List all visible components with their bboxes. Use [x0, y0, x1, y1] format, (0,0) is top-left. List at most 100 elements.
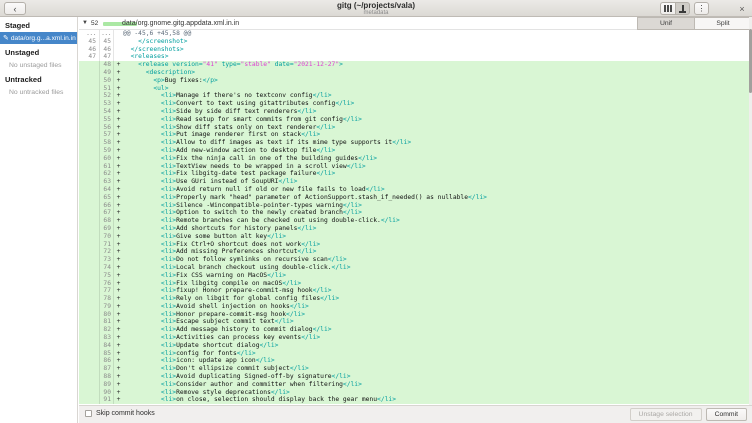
- view-switcher: [660, 2, 690, 15]
- line-content: <li>Use GUri instead of SoupURI</li>: [123, 178, 749, 186]
- skip-hooks-checkbox[interactable]: [85, 410, 92, 417]
- unstage-selection-button[interactable]: Unstage selection: [630, 408, 702, 421]
- history-view-button[interactable]: [660, 2, 675, 15]
- line-content: <li>Properly mark "head" parameter of Ac…: [123, 194, 749, 202]
- diff-line[interactable]: 89+ <li>Consider author and committer wh…: [79, 381, 749, 389]
- menu-button[interactable]: ⋮: [694, 2, 709, 15]
- diff-line[interactable]: 65+ <li>Properly mark "head" parameter o…: [79, 194, 749, 202]
- diff-line[interactable]: 52+ <li>Manage if there's no textconv co…: [79, 92, 749, 100]
- line-sign: +: [114, 194, 123, 202]
- old-line-number: [79, 124, 100, 132]
- line-content: <li>Don't ellipsize commit subject</li>: [123, 365, 749, 373]
- diff-line[interactable]: 80+ <li>Honor prepare-commit-msg hook</l…: [79, 311, 749, 319]
- sidebar-section-staged: Staged: [0, 17, 77, 32]
- staged-file-item[interactable]: ✎ data/org.g...a.xml.in.in: [0, 32, 77, 44]
- diff-line[interactable]: 76+ <li>Fix libgitg compile on macOS</li…: [79, 280, 749, 288]
- line-sign: +: [114, 396, 123, 404]
- diff-line[interactable]: 4646 </screenshots>: [79, 46, 749, 54]
- line-content: <li>Manage if there's no textconv config…: [123, 92, 749, 100]
- commit-view-button[interactable]: [675, 2, 690, 15]
- line-sign: +: [114, 373, 123, 381]
- old-line-number: [79, 225, 100, 233]
- line-content: <li>Allow to diff images as text if its …: [123, 139, 749, 147]
- diff-line[interactable]: 55+ <li>Read setup for smart commits fro…: [79, 116, 749, 124]
- line-content: <release version="41" type="stable" date…: [123, 61, 749, 69]
- diff-line[interactable]: 60+ <li>Fix the ninja call in one of the…: [79, 155, 749, 163]
- diff-line[interactable]: 63+ <li>Use GUri instead of SoupURI</li>: [79, 178, 749, 186]
- old-line-number: [79, 334, 100, 342]
- new-line-number: 56: [100, 124, 114, 132]
- skip-hooks-option[interactable]: Skip commit hooks: [85, 410, 155, 417]
- back-button[interactable]: ‹: [4, 2, 26, 15]
- diff-line[interactable]: 49+ <description>: [79, 69, 749, 77]
- diff-line[interactable]: 88+ <li>Avoid duplicating Signed-off-by …: [79, 373, 749, 381]
- diff-line[interactable]: 58+ <li>Allow to diff images as text if …: [79, 139, 749, 147]
- diff-line[interactable]: 87+ <li>Don't ellipsize commit subject</…: [79, 365, 749, 373]
- line-sign: +: [114, 233, 123, 241]
- diff-line[interactable]: 56+ <li>Show diff stats only on text ren…: [79, 124, 749, 132]
- diff-line[interactable]: 75+ <li>Fix CSS warning on MacOS</li>: [79, 272, 749, 280]
- diff-line[interactable]: 48+ <release version="41" type="stable" …: [79, 61, 749, 69]
- unified-view-button[interactable]: Unif: [637, 17, 694, 30]
- headerbar-actions: ⋮ ×: [660, 2, 749, 15]
- diff-line[interactable]: 81+ <li>Escape subject commit text</li>: [79, 318, 749, 326]
- split-view-button[interactable]: Split: [694, 17, 752, 30]
- diff-line[interactable]: 71+ <li>Fix Ctrl+O shortcut does not wor…: [79, 241, 749, 249]
- new-line-number: 77: [100, 287, 114, 295]
- line-sign: +: [114, 139, 123, 147]
- new-line-number: 83: [100, 334, 114, 342]
- diff-line[interactable]: 64+ <li>Avoid return null if old or new …: [79, 186, 749, 194]
- line-content: <li>Avoid duplicating Signed-off-by sign…: [123, 373, 749, 381]
- new-line-number: 87: [100, 365, 114, 373]
- line-content: <li>Fix Ctrl+O shortcut does not work</l…: [123, 241, 749, 249]
- diff-line[interactable]: 79+ <li>Avoid shell injection on hooks</…: [79, 303, 749, 311]
- new-line-number: 53: [100, 100, 114, 108]
- diff-line[interactable]: 66+ <li>Silence -Wincompatible-pointer-t…: [79, 202, 749, 210]
- diff-file-header: ▼ 52 data/org.gnome.gitg.appdata.xml.in.…: [79, 17, 752, 30]
- diff-line[interactable]: 74+ <li>Local branch checkout using doub…: [79, 264, 749, 272]
- diff-line[interactable]: 50+ <p>Bug fixes:</p>: [79, 77, 749, 85]
- diff-line[interactable]: 91+ <li>on close, selection should displ…: [79, 396, 749, 404]
- diff-line[interactable]: 4545 </screenshot>: [79, 38, 749, 46]
- line-content: <li>Give some button alt key</li>: [123, 233, 749, 241]
- diff-line[interactable]: 83+ <li>Activities can process key event…: [79, 334, 749, 342]
- diff-line[interactable]: 86+ <li>icon: update app icon</li>: [79, 357, 749, 365]
- old-line-number: [79, 396, 100, 404]
- diff-line[interactable]: 73+ <li>Do not follow symlinks on recurs…: [79, 256, 749, 264]
- line-sign: +: [114, 163, 123, 171]
- diff-line[interactable]: 62+ <li>Fix libgitg-date test package fa…: [79, 170, 749, 178]
- new-line-number: 62: [100, 170, 114, 178]
- diff-line[interactable]: 54+ <li>Side by side diff text renderers…: [79, 108, 749, 116]
- new-line-number: 70: [100, 233, 114, 241]
- window-close-button[interactable]: ×: [735, 2, 749, 15]
- diff-file-path: data/org.gnome.gitg.appdata.xml.in.in: [122, 20, 239, 27]
- diff-line[interactable]: 90+ <li>Remove style deprecations</li>: [79, 389, 749, 397]
- file-expander-icon[interactable]: ▼: [82, 20, 88, 26]
- diff-line[interactable]: 68+ <li>Remote branches can be checked o…: [79, 217, 749, 225]
- diff-line[interactable]: 67+ <li>Option to switch to the newly cr…: [79, 209, 749, 217]
- diff-line[interactable]: 82+ <li>Add message history to commit di…: [79, 326, 749, 334]
- diff-line[interactable]: 70+ <li>Give some button alt key</li>: [79, 233, 749, 241]
- diff-line[interactable]: 53+ <li>Convert to text using gitattribu…: [79, 100, 749, 108]
- line-content: <li>Avoid shell injection on hooks</li>: [123, 303, 749, 311]
- diff-line[interactable]: 69+ <li>Add shortcuts for history panels…: [79, 225, 749, 233]
- diff-line[interactable]: 77+ <li>fixup! Honor prepare-commit-msg …: [79, 287, 749, 295]
- diff-line[interactable]: 57+ <li>Put image renderer first on stac…: [79, 131, 749, 139]
- old-line-number: [79, 318, 100, 326]
- commit-button[interactable]: Commit: [706, 408, 747, 421]
- diff-line[interactable]: ......@@ -45,6 +45,58 @@: [79, 30, 749, 38]
- diff-line[interactable]: 59+ <li>Add new-window action to desktop…: [79, 147, 749, 155]
- line-content: <li>Fix libgitg-date test package failur…: [123, 170, 749, 178]
- diff-line[interactable]: 4747 <releases>: [79, 53, 749, 61]
- old-line-number: [79, 350, 100, 358]
- diff-line[interactable]: 84+ <li>Update shortcut dialog</li>: [79, 342, 749, 350]
- new-line-number: 75: [100, 272, 114, 280]
- diff-line[interactable]: 72+ <li>Add missing Preferences shortcut…: [79, 248, 749, 256]
- diff-line[interactable]: 61+ <li>TextView needs to be wrapped in …: [79, 163, 749, 171]
- diff-line[interactable]: 85+ <li>config for fonts</li>: [79, 350, 749, 358]
- diff-line[interactable]: 78+ <li>Rely on libgit for global config…: [79, 295, 749, 303]
- new-line-number: 45: [100, 38, 114, 46]
- line-sign: +: [114, 303, 123, 311]
- diff-lines: ......@@ -45,6 +45,58 @@4545 </screensho…: [79, 30, 749, 405]
- diff-line[interactable]: 51+ <ul>: [79, 85, 749, 93]
